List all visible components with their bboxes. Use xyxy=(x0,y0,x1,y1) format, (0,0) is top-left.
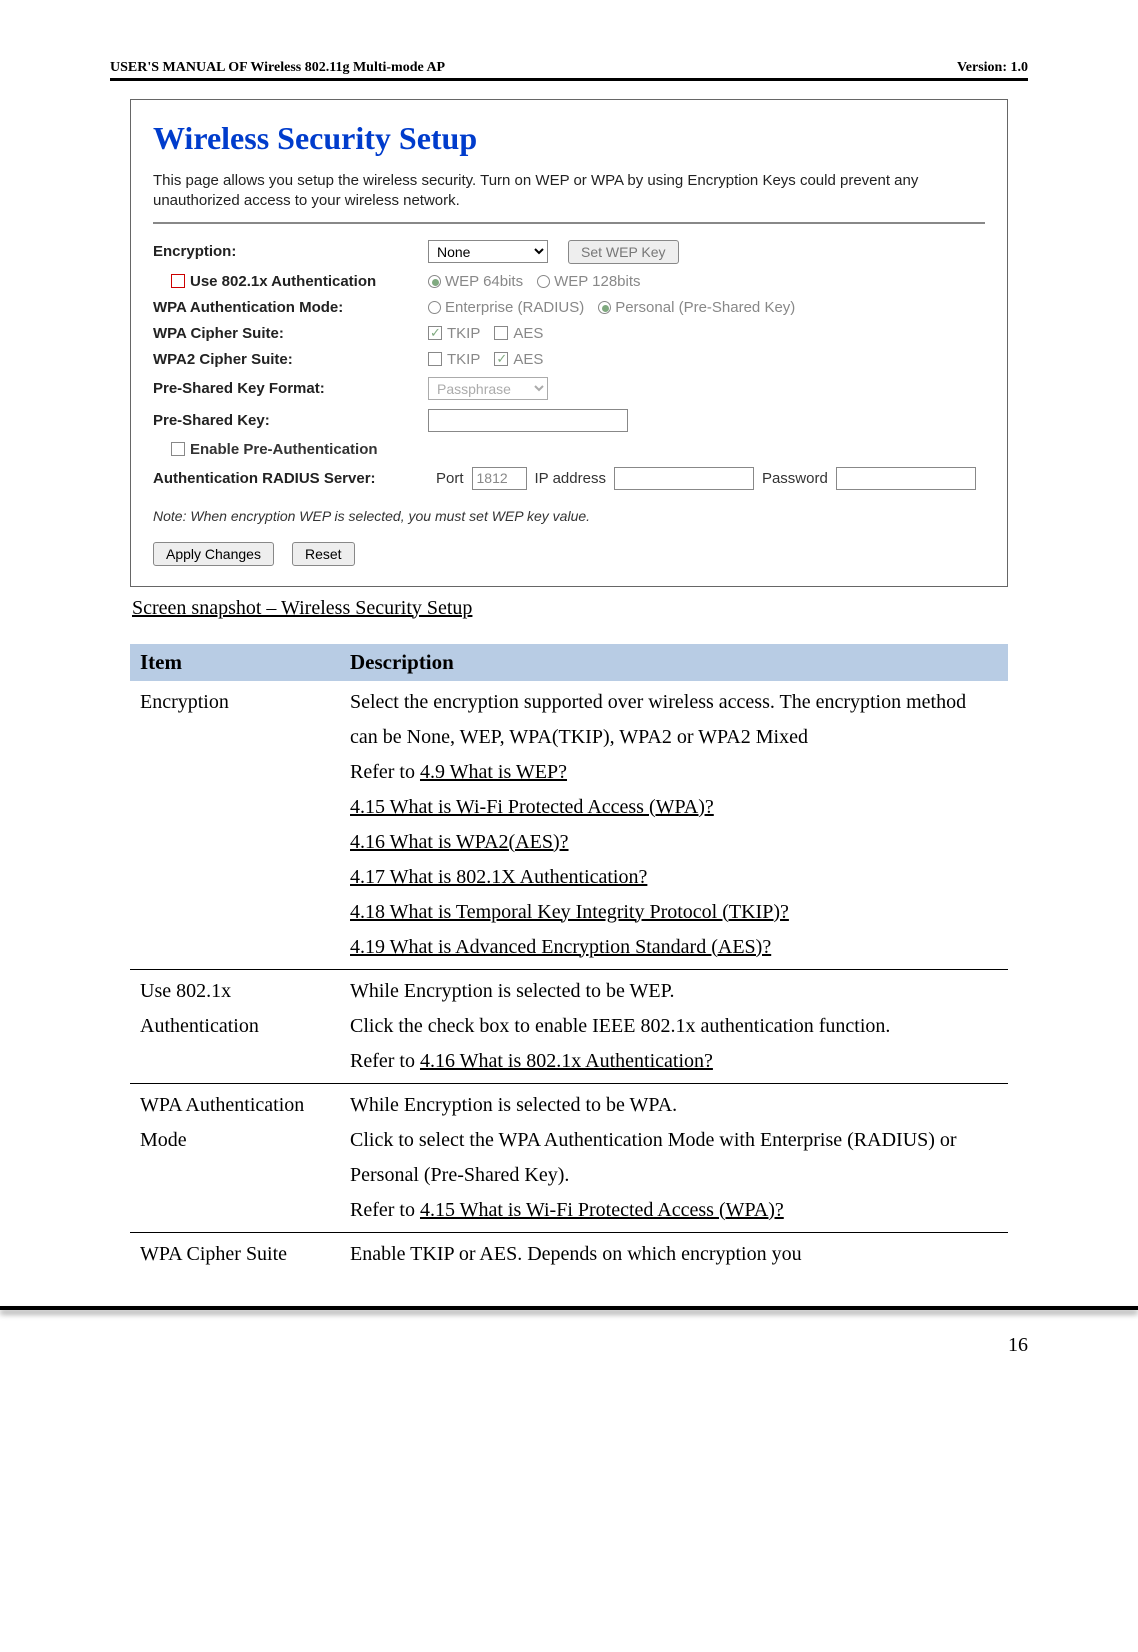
security-panel: Wireless Security Setup This page allows… xyxy=(130,99,1008,587)
page-number: 16 xyxy=(1008,1334,1028,1356)
desc-cell: Enable TKIP or AES. Depends on which enc… xyxy=(340,1232,1008,1276)
wpa2-tkip-label: TKIP xyxy=(447,351,480,368)
doc-link[interactable]: 4.15 What is Wi-Fi Protected Access (WPA… xyxy=(350,796,714,818)
encryption-select[interactable]: None xyxy=(428,240,548,263)
encryption-label: Encryption: xyxy=(153,243,428,260)
password-label: Password xyxy=(762,470,828,487)
enterprise-label: Enterprise (RADIUS) xyxy=(445,299,584,316)
personal-radio[interactable] xyxy=(598,301,611,314)
doc-link[interactable]: 4.16 What is 802.1x Authentication? xyxy=(420,1050,713,1072)
wpa-cipher-label: WPA Cipher Suite: xyxy=(153,325,428,342)
wep64-radio[interactable] xyxy=(428,275,441,288)
footer-divider xyxy=(0,1306,1138,1310)
apply-changes-button[interactable]: Apply Changes xyxy=(153,542,274,566)
wpa2-aes-label: AES xyxy=(513,351,543,368)
doc-link[interactable]: 4.18 What is Temporal Key Integrity Prot… xyxy=(350,901,789,923)
doc-link[interactable]: 4.19 What is Advanced Encryption Standar… xyxy=(350,936,771,958)
psk-input[interactable] xyxy=(428,409,628,432)
doc-link[interactable]: 4.17 What is 802.1X Authentication? xyxy=(350,866,647,888)
item-cell: WPA Cipher Suite xyxy=(130,1232,340,1276)
item-cell: WPA Authentication Mode xyxy=(130,1083,340,1232)
wpa-auth-mode-label: WPA Authentication Mode: xyxy=(153,299,428,316)
wep128-label: WEP 128bits xyxy=(554,273,640,290)
use-8021x-checkbox[interactable] xyxy=(171,274,185,288)
wep64-label: WEP 64bits xyxy=(445,273,523,290)
personal-label: Personal (Pre-Shared Key) xyxy=(615,299,795,316)
desc-cell: While Encryption is selected to be WPA.C… xyxy=(340,1083,1008,1232)
set-wep-key-button[interactable]: Set WEP Key xyxy=(568,240,679,264)
psk-format-select[interactable]: Passphrase xyxy=(428,377,548,400)
radius-ip-input[interactable] xyxy=(614,467,754,490)
th-description: Description xyxy=(340,644,1008,681)
wep128-radio[interactable] xyxy=(537,275,550,288)
wpa-tkip-checkbox[interactable] xyxy=(428,326,442,340)
note-text: Note: When encryption WEP is selected, y… xyxy=(153,508,985,524)
wpa-tkip-label: TKIP xyxy=(447,325,480,342)
doc-version: Version: 1.0 xyxy=(957,60,1028,76)
radius-port-input[interactable] xyxy=(472,467,527,490)
enterprise-radio[interactable] xyxy=(428,301,441,314)
use-8021x-label: Use 802.1x Authentication xyxy=(190,273,376,290)
divider xyxy=(153,222,985,224)
item-cell: Encryption xyxy=(130,681,340,970)
item-cell: Use 802.1x Authentication xyxy=(130,969,340,1083)
panel-title: Wireless Security Setup xyxy=(153,120,985,157)
preauth-checkbox[interactable] xyxy=(171,442,185,456)
wpa2-cipher-label: WPA2 Cipher Suite: xyxy=(153,351,428,368)
wpa2-aes-checkbox[interactable] xyxy=(494,352,508,366)
doc-link[interactable]: 4.15 What is Wi-Fi Protected Access (WPA… xyxy=(420,1199,784,1221)
doc-link[interactable]: 4.16 What is WPA2(AES)? xyxy=(350,831,569,853)
description-table: Item Description EncryptionSelect the en… xyxy=(130,644,1008,1276)
psk-label: Pre-Shared Key: xyxy=(153,412,428,429)
radius-label: Authentication RADIUS Server: xyxy=(153,470,428,487)
desc-cell: While Encryption is selected to be WEP.C… xyxy=(340,969,1008,1083)
reset-button[interactable]: Reset xyxy=(292,542,355,566)
psk-format-label: Pre-Shared Key Format: xyxy=(153,380,428,397)
wpa2-tkip-checkbox[interactable] xyxy=(428,352,442,366)
screenshot-caption: Screen snapshot – Wireless Security Setu… xyxy=(132,597,1028,620)
desc-cell: Select the encryption supported over wir… xyxy=(340,681,1008,970)
wpa-aes-label: AES xyxy=(513,325,543,342)
radius-password-input[interactable] xyxy=(836,467,976,490)
ip-label: IP address xyxy=(535,470,606,487)
panel-desc: This page allows you setup the wireless … xyxy=(153,171,985,212)
doc-title: USER'S MANUAL OF Wireless 802.11g Multi-… xyxy=(110,60,445,76)
th-item: Item xyxy=(130,644,340,681)
doc-link[interactable]: 4.9 What is WEP? xyxy=(420,761,567,783)
preauth-label: Enable Pre-Authentication xyxy=(190,441,378,458)
port-label: Port xyxy=(436,470,464,487)
wpa-aes-checkbox[interactable] xyxy=(494,326,508,340)
